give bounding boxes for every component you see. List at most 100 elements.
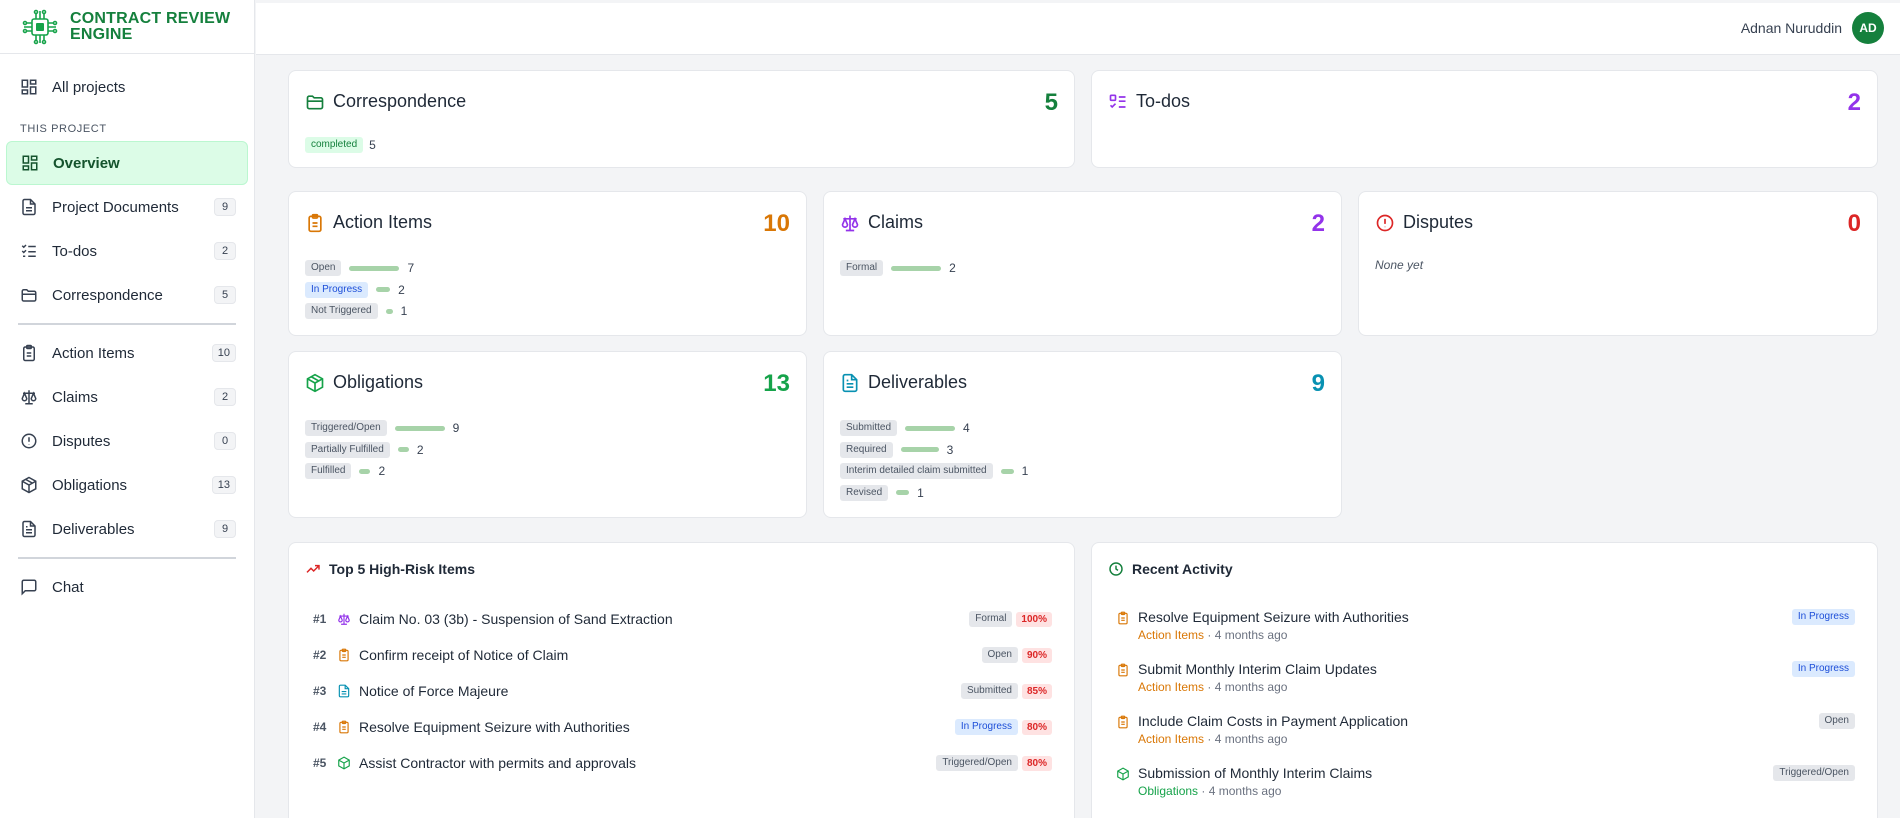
- activity-item[interactable]: Include Claim Costs in Payment Applicati…: [1116, 713, 1855, 749]
- sidebar-item-disputes[interactable]: Disputes 0: [6, 419, 248, 463]
- status-pill: Formal: [969, 611, 1013, 627]
- status-count: 3: [946, 442, 954, 457]
- nav-count-badge: 13: [211, 476, 236, 494]
- sidebar-item-chat[interactable]: Chat: [6, 565, 248, 609]
- card-title: Action Items: [333, 212, 433, 232]
- risk-score-badge: 90%: [1021, 647, 1052, 663]
- nav-all-projects[interactable]: All projects: [6, 65, 248, 109]
- checklist-icon: [21, 244, 36, 257]
- status-bar: [900, 447, 939, 452]
- sidebar: CONTRACT REVIEW ENGINE All projects THIS…: [0, 0, 255, 818]
- checklist-icon: [1109, 94, 1126, 108]
- risk-item[interactable]: #1 Claim No. 03 (3b) - Suspension of San…: [313, 609, 1052, 629]
- nav: All projects THIS PROJECT Overview Proje…: [0, 65, 254, 609]
- risk-item[interactable]: #3 Notice of Force Majeure Submitted 85%: [313, 681, 1052, 701]
- disputes-card[interactable]: Disputes 0 None yet: [1358, 191, 1878, 336]
- panel-header: Top 5 High-Risk Items: [305, 561, 475, 577]
- activity-source[interactable]: Action Items: [1138, 680, 1204, 694]
- risk-rank: #1: [313, 612, 327, 626]
- activity-time: · 4 months ago: [1204, 680, 1288, 694]
- chip-logo-icon: [22, 9, 58, 44]
- nav-label: Chat: [52, 578, 84, 596]
- activity-item[interactable]: Submission of Monthly Interim Claims Obl…: [1116, 765, 1855, 801]
- risk-rank: #2: [313, 648, 327, 662]
- package-icon: [338, 756, 350, 770]
- status-list: Open 7 In Progress 2 Not Triggered 1: [305, 259, 414, 324]
- package-icon: [21, 476, 37, 494]
- status-row: completed 5: [305, 136, 376, 154]
- status-pill: In Progress: [954, 719, 1018, 735]
- activity-source[interactable]: Action Items: [1138, 732, 1204, 746]
- sidebar-item-deliverables[interactable]: Deliverables 9: [6, 507, 248, 551]
- action-items-card[interactable]: Action Items 10 Open 7 In Progress 2 Not…: [288, 191, 807, 336]
- risk-item[interactable]: #5 Assist Contractor with permits and ap…: [313, 753, 1052, 773]
- status-row: Submitted 4: [840, 419, 1028, 437]
- package-icon: [1117, 767, 1129, 781]
- alert-circle-icon: [21, 433, 37, 449]
- obligations-card[interactable]: Obligations 13 Triggered/Open 9 Partiall…: [288, 351, 807, 518]
- status-pill: Formal: [840, 260, 884, 276]
- card-title: Disputes: [1403, 212, 1474, 232]
- status-count: 2: [949, 261, 956, 275]
- card-count: 0: [1847, 210, 1861, 237]
- activity-item[interactable]: Submit Monthly Interim Claim Updates Act…: [1116, 661, 1855, 697]
- status-pill: In Progress: [305, 281, 369, 298]
- status-row: Revised 1: [840, 484, 1028, 502]
- status-pill: Fulfilled: [305, 463, 352, 479]
- card-header: Deliverables: [840, 372, 967, 393]
- risk-score-badge: 100%: [1016, 611, 1052, 627]
- high-risk-panel: Top 5 High-Risk Items #1 Claim No. 03 (3…: [288, 542, 1075, 818]
- risk-rank: #3: [313, 684, 327, 698]
- status-bar: [349, 265, 400, 271]
- status-pill: Partially Fulfilled: [305, 441, 390, 458]
- claims-card[interactable]: Claims 2 Formal 2: [823, 191, 1342, 336]
- status-pill: Revised: [840, 484, 889, 501]
- status-list: Submitted 4 Required 3 Interim detailed …: [840, 419, 1028, 505]
- sidebar-item-todos[interactable]: To-dos 2: [6, 229, 248, 273]
- status-row: Not Triggered 1: [305, 302, 414, 320]
- activity-source[interactable]: Action Items: [1138, 628, 1204, 642]
- user-menu[interactable]: Adnan Nuruddin AD: [1741, 12, 1884, 44]
- top-header: Adnan Nuruddin AD: [256, 0, 1900, 55]
- sidebar-item-obligations[interactable]: Obligations 13: [6, 463, 248, 507]
- status-count: 7: [407, 261, 415, 275]
- nav-label: Action Items: [52, 344, 135, 362]
- scale-icon: [338, 613, 350, 625]
- clipboard-icon: [23, 344, 35, 362]
- brand[interactable]: CONTRACT REVIEW ENGINE: [0, 0, 254, 54]
- nav-count-badge: 0: [214, 432, 236, 450]
- status-pill: In Progress: [1791, 609, 1855, 625]
- status-pill: Submitted: [960, 683, 1018, 699]
- activity-item[interactable]: Resolve Equipment Seizure with Authoriti…: [1116, 609, 1855, 645]
- correspondence-card[interactable]: Correspondence 5 completed 5: [288, 70, 1075, 168]
- trending-up-icon: [306, 564, 320, 573]
- activity-source[interactable]: Obligations: [1138, 784, 1198, 798]
- card-header: To-dos: [1108, 91, 1190, 112]
- todos-card[interactable]: To-dos 2: [1091, 70, 1878, 168]
- folder-icon: [21, 289, 37, 302]
- status-pill: Triggered/Open: [936, 755, 1018, 771]
- card-title: Claims: [868, 212, 924, 232]
- sidebar-item-action-items[interactable]: Action Items 10: [6, 331, 248, 375]
- card-count: 2: [1311, 210, 1325, 237]
- status-pill: Triggered/Open: [305, 420, 387, 436]
- sidebar-item-claims[interactable]: Claims 2: [6, 375, 248, 419]
- avatar[interactable]: AD: [1852, 12, 1884, 44]
- sidebar-item-overview[interactable]: Overview: [6, 141, 248, 185]
- risk-title: Claim No. 03 (3b) - Suspension of Sand E…: [359, 611, 673, 627]
- nav-label: Project Documents: [52, 198, 179, 216]
- status-bar: [891, 265, 942, 271]
- clipboard-icon: [1118, 663, 1128, 677]
- file-text-icon: [22, 520, 36, 538]
- sidebar-item-project-documents[interactable]: Project Documents 9: [6, 185, 248, 229]
- activity-meta: Action Items · 4 months ago: [1138, 628, 1287, 642]
- status-count: 1: [917, 485, 924, 500]
- status-pill: Open: [1818, 713, 1855, 729]
- status-pill: Open: [981, 647, 1018, 663]
- package-icon: [306, 373, 324, 392]
- risk-item[interactable]: #4 Resolve Equipment Seizure with Author…: [313, 717, 1052, 737]
- nav-divider: [18, 323, 236, 325]
- risk-item[interactable]: #2 Confirm receipt of Notice of Claim Op…: [313, 645, 1052, 665]
- sidebar-item-correspondence[interactable]: Correspondence 5: [6, 273, 248, 317]
- deliverables-card[interactable]: Deliverables 9 Submitted 4 Required 3 In…: [823, 351, 1342, 518]
